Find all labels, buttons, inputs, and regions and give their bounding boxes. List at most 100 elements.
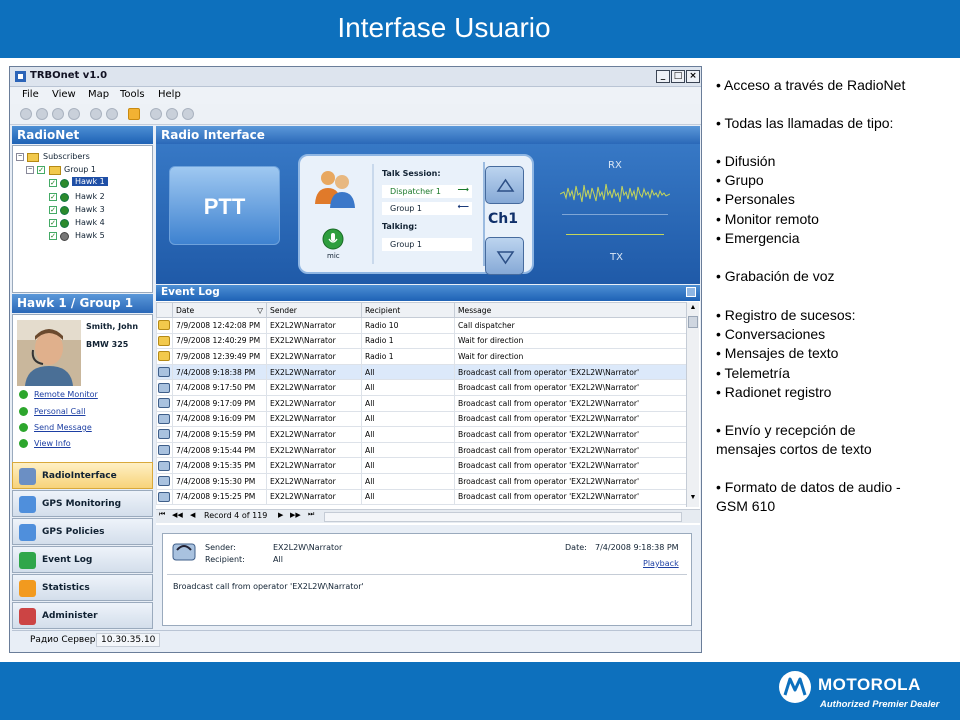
- session-item-group[interactable]: Group 1 ⟵: [382, 202, 472, 215]
- menu-map[interactable]: Map: [88, 89, 109, 100]
- table-row[interactable]: 7/4/2008 9:17:50 PM EX2L2W\Narrator All Bro…: [156, 379, 687, 396]
- remote-monitor-link[interactable]: Remote Monitor: [19, 390, 98, 399]
- detail-message: Broadcast call from operator 'EX2L2W\Nar…: [173, 582, 364, 591]
- trbonet-window: TRBOnet v1.0 _ □ × File View Map Tools H…: [9, 66, 702, 653]
- mic-icon[interactable]: [322, 228, 344, 250]
- checkbox-icon[interactable]: ✓: [49, 179, 57, 187]
- checkbox-icon[interactable]: ✓: [49, 219, 57, 227]
- column-recipient[interactable]: Recipient: [361, 302, 455, 318]
- nav-gps-policies[interactable]: GPS Policies: [12, 518, 153, 545]
- nav-statistics[interactable]: Statistics: [12, 574, 153, 601]
- checkbox-icon[interactable]: ✓: [49, 193, 57, 201]
- back-icon[interactable]: [20, 108, 32, 120]
- home-icon[interactable]: [68, 108, 80, 120]
- next-page-button[interactable]: ▶▶: [290, 511, 301, 519]
- channel-down-button[interactable]: [485, 237, 524, 275]
- menu-help[interactable]: Help: [158, 89, 181, 100]
- session-item-label: Dispatcher 1: [390, 187, 441, 196]
- prev-page-button[interactable]: ◀◀: [172, 511, 183, 519]
- cell-sender: EX2L2W\Narrator: [266, 363, 362, 381]
- playback-link[interactable]: Playback: [643, 559, 679, 568]
- nav-radio-interface[interactable]: RadioInterface: [12, 462, 153, 489]
- collapse-icon[interactable]: −: [16, 153, 24, 161]
- cell-recipient: All: [361, 410, 455, 428]
- footer-band: [0, 662, 960, 720]
- next-record-button[interactable]: ▶: [278, 511, 283, 519]
- call-icon: [158, 476, 170, 487]
- pause-icon[interactable]: [166, 108, 178, 120]
- scroll-thumb[interactable]: [688, 316, 698, 328]
- table-row[interactable]: 7/4/2008 9:16:09 PM EX2L2W\Narrator All Bro…: [156, 410, 687, 428]
- record-icon[interactable]: [150, 108, 162, 120]
- rx-tx-meter: RX TX: [556, 154, 676, 274]
- radio-status-icon: [60, 232, 69, 241]
- table-row[interactable]: 7/4/2008 9:15:44 PM EX2L2W\Narrator All Bro…: [156, 441, 687, 459]
- table-row[interactable]: 7/9/2008 12:39:49 PM EX2L2W\Narrator Radio…: [156, 348, 687, 365]
- view-info-link[interactable]: View Info: [19, 439, 71, 448]
- slide-title: Interfase Usuario: [337, 12, 551, 43]
- nav-label: GPS Policies: [42, 527, 105, 537]
- nav-event-log[interactable]: Event Log: [12, 546, 153, 573]
- column-sender[interactable]: Sender: [266, 302, 362, 318]
- personal-call-link[interactable]: Personal Call: [19, 407, 85, 416]
- horizontal-scrollbar[interactable]: [324, 512, 682, 522]
- call-icon: [158, 429, 170, 440]
- send-icon[interactable]: [106, 108, 118, 120]
- channel-up-button[interactable]: [485, 166, 524, 204]
- cell-recipient: All: [361, 472, 455, 490]
- rx-waveform: [560, 183, 670, 203]
- menu-tools[interactable]: Tools: [120, 89, 145, 100]
- radio-status-icon: [60, 219, 69, 228]
- radio-interface-panel: Radio Interface PTT mic Talk Session: Di…: [156, 126, 700, 284]
- send-message-link[interactable]: Send Message: [19, 423, 92, 432]
- last-record-button[interactable]: ⏭: [308, 511, 314, 519]
- table-row[interactable]: 7/4/2008 9:18:38 PM EX2L2W\Narrator All Bro…: [156, 363, 687, 381]
- edit-icon[interactable]: [90, 108, 102, 120]
- messages-icon[interactable]: [128, 108, 140, 120]
- table-header: Date ▽ Sender Recipient Message: [156, 302, 687, 318]
- talk-session-label: Talk Session:: [382, 169, 441, 178]
- vertical-scrollbar[interactable]: ▲ ▼: [686, 302, 699, 507]
- column-date[interactable]: Date ▽: [172, 302, 267, 318]
- table-row[interactable]: 7/4/2008 9:17:09 PM EX2L2W\Narrator All Bro…: [156, 394, 687, 412]
- table-row[interactable]: 7/9/2008 12:42:08 PM EX2L2W\Narrator Radio…: [156, 317, 687, 334]
- menu-file[interactable]: File: [22, 89, 39, 100]
- checkbox-icon[interactable]: ✓: [49, 206, 57, 214]
- first-record-button[interactable]: ⏮: [159, 511, 165, 519]
- cell-sender: EX2L2W\Narrator: [266, 317, 362, 334]
- menu-view[interactable]: View: [52, 89, 76, 100]
- forward-icon[interactable]: [36, 108, 48, 120]
- session-item-dispatcher[interactable]: Dispatcher 1 ⟶: [382, 185, 472, 198]
- session-item-label: Group 1: [390, 204, 422, 213]
- checkbox-icon[interactable]: ✓: [37, 166, 45, 174]
- cell-sender: EX2L2W\Narrator: [266, 348, 362, 365]
- cell-sender: EX2L2W\Narrator: [266, 410, 362, 428]
- table-row[interactable]: 7/4/2008 9:15:25 PM EX2L2W\Narrator All Bro…: [156, 488, 687, 506]
- table-row[interactable]: 7/4/2008 9:15:30 PM EX2L2W\Narrator All Bro…: [156, 472, 687, 490]
- table-row[interactable]: 7/4/2008 9:15:59 PM EX2L2W\Narrator All Bro…: [156, 426, 687, 443]
- ptt-button[interactable]: PTT: [169, 166, 280, 245]
- scroll-down-icon[interactable]: ▼: [688, 494, 698, 504]
- scroll-up-icon[interactable]: ▲: [688, 304, 698, 314]
- cell-message: Broadcast call from operator 'EX2L2W\Nar…: [454, 472, 687, 490]
- search-icon[interactable]: [52, 108, 64, 120]
- users-icon: [315, 171, 355, 208]
- call-icon: [172, 543, 196, 561]
- pin-icon[interactable]: [686, 287, 696, 297]
- maximize-button[interactable]: □: [671, 70, 685, 83]
- minimize-button[interactable]: _: [656, 70, 670, 83]
- checkbox-icon[interactable]: ✓: [49, 232, 57, 240]
- close-button[interactable]: ×: [686, 70, 700, 83]
- date-label: Date:: [565, 543, 587, 552]
- collapse-icon[interactable]: −: [26, 166, 34, 174]
- filter-icon[interactable]: ▽: [257, 306, 263, 315]
- column-message[interactable]: Message: [454, 302, 687, 318]
- event-log-title: Event Log: [161, 286, 220, 298]
- nav-gps-monitoring[interactable]: GPS Monitoring: [12, 490, 153, 517]
- tree-item-label: Hawk 3: [75, 205, 105, 214]
- stop-icon[interactable]: [182, 108, 194, 120]
- table-row[interactable]: 7/9/2008 12:40:29 PM EX2L2W\Narrator Radio…: [156, 332, 687, 350]
- table-row[interactable]: 7/4/2008 9:15:35 PM EX2L2W\Narrator All Bro…: [156, 457, 687, 474]
- prev-record-button[interactable]: ◀: [190, 511, 195, 519]
- nav-administer[interactable]: Administer: [12, 602, 153, 629]
